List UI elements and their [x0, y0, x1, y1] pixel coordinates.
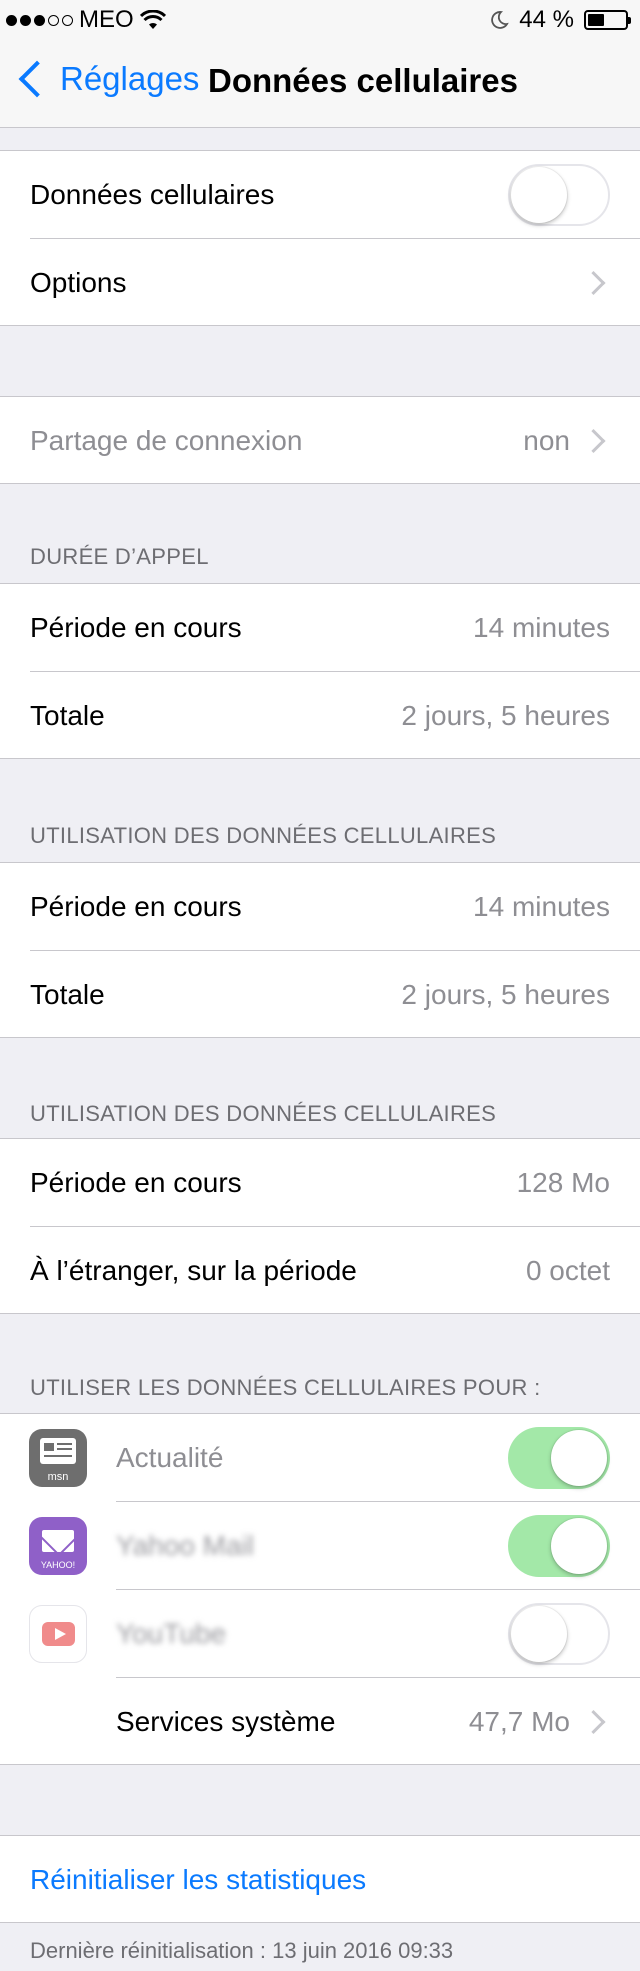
cellular-group: Données cellulaires Options [0, 150, 640, 326]
chevron-right-icon [581, 1709, 606, 1735]
cell-usage-group-2: Période en cours 128 Mo À l’étranger, su… [0, 1138, 640, 1314]
section-header-call-time: DURÉE D’APPEL [30, 544, 209, 569]
section-header-cell-usage: UTILISATION DES DONNÉES CELLULAIRES [30, 1101, 497, 1126]
list-item: Période en cours 14 minutes [0, 863, 640, 951]
row-value: 14 minutes [473, 612, 610, 643]
list-item: Totale 2 jours, 5 heures [0, 672, 640, 760]
yahoo-mail-toggle[interactable] [508, 1515, 610, 1577]
navigation-bar: Réglages Données cellulaires [0, 40, 640, 128]
row-value: 0 octet [525, 1255, 610, 1286]
options-label: Options [30, 267, 127, 298]
page-title: Données cellulaires [208, 62, 518, 99]
hotspot-value: non [523, 425, 570, 456]
news-toggle[interactable] [508, 1427, 610, 1489]
row-label: Période en cours [30, 891, 242, 922]
reset-group: Réinitialiser les statistiques [0, 1835, 640, 1923]
hotspot-label: Partage de connexion [30, 425, 303, 456]
app-row-yahoo-mail: YAHOO! Yahoo Mail [0, 1502, 640, 1590]
list-item: Totale 2 jours, 5 heures [0, 951, 640, 1039]
youtube-toggle[interactable] [508, 1603, 610, 1665]
signal-strength-icon [6, 14, 73, 26]
section-header-cell-usage: UTILISATION DES DONNÉES CELLULAIRES [30, 823, 497, 848]
cellular-data-label: Données cellulaires [30, 179, 275, 210]
row-value: 128 Mo [516, 1167, 610, 1198]
list-item: Période en cours 14 minutes [0, 584, 640, 672]
carrier-name: MEO [79, 6, 134, 33]
app-label: Actualité [116, 1442, 224, 1473]
apps-group: msn Actualité YAHOO! Yahoo Mail YouTube … [0, 1413, 640, 1765]
chevron-left-icon [18, 60, 56, 98]
chevron-right-icon [581, 428, 606, 454]
yahoo-mail-icon: YAHOO! [29, 1517, 87, 1575]
reset-stats-button[interactable]: Réinitialiser les statistiques [0, 1836, 640, 1924]
hotspot-group: Partage de connexion non [0, 396, 640, 484]
row-label: Période en cours [30, 612, 242, 643]
system-services-value: 47,7 Mo [468, 1706, 570, 1737]
wifi-icon [139, 10, 166, 29]
status-bar: MEO 44 % [0, 0, 640, 40]
battery-icon [584, 10, 631, 30]
row-label: Totale [30, 700, 105, 731]
row-label: Totale [30, 979, 105, 1010]
system-services-row[interactable]: Services système 47,7 Mo [0, 1678, 640, 1766]
cellular-data-toggle[interactable] [508, 164, 610, 226]
last-reset-text: Dernière réinitialisation : 13 juin 2016… [30, 1938, 454, 1963]
list-item: Période en cours 128 Mo [0, 1139, 640, 1227]
youtube-icon [29, 1605, 87, 1663]
chevron-right-icon [581, 270, 606, 296]
app-row-news: msn Actualité [0, 1414, 640, 1502]
reset-stats-label: Réinitialiser les statistiques [30, 1864, 367, 1895]
app-row-youtube: YouTube [0, 1590, 640, 1678]
back-button[interactable]: Réglages [14, 60, 199, 98]
msn-news-icon: msn [29, 1429, 87, 1487]
section-header-apps: UTILISER LES DONNÉES CELLULAIRES POUR : [30, 1375, 541, 1400]
call-time-group: Période en cours 14 minutes Totale 2 jou… [0, 583, 640, 759]
back-label: Réglages [60, 60, 200, 97]
app-label: YouTube [116, 1618, 227, 1649]
row-value: 14 minutes [473, 891, 610, 922]
row-value: 2 jours, 5 heures [401, 979, 610, 1010]
app-label: Yahoo Mail [116, 1530, 255, 1561]
system-services-label: Services système [116, 1706, 336, 1737]
row-label: Période en cours [30, 1167, 242, 1198]
moon-icon [491, 11, 510, 29]
row-value: 2 jours, 5 heures [401, 700, 610, 731]
cellular-data-row: Données cellulaires [0, 151, 640, 239]
options-row[interactable]: Options [0, 239, 640, 327]
row-label: À l’étranger, sur la période [30, 1255, 357, 1286]
hotspot-row[interactable]: Partage de connexion non [0, 397, 640, 485]
cell-usage-group-1: Période en cours 14 minutes Totale 2 jou… [0, 862, 640, 1038]
list-item: À l’étranger, sur la période 0 octet [0, 1227, 640, 1315]
battery-percent: 44 % [519, 6, 574, 33]
